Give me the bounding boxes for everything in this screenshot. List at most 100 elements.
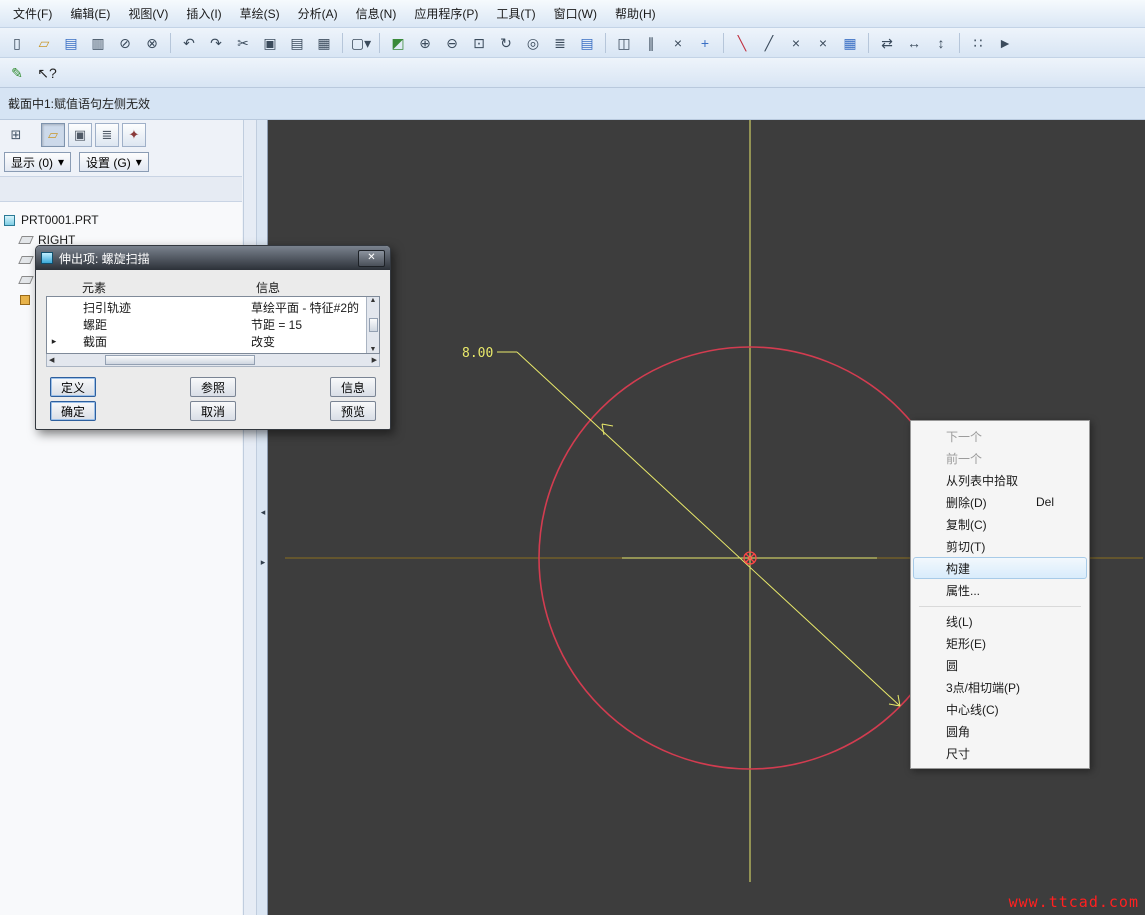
scroll-right-icon[interactable]: ▶ <box>372 356 377 364</box>
menubar-item-help[interactable]: 帮助(H) <box>606 1 665 27</box>
define-button[interactable]: 定义 <box>50 377 96 397</box>
toolbar-icon-undo[interactable]: ↶ <box>176 31 202 55</box>
context-menu-item-pick-from-list[interactable]: 从列表中拾取 <box>913 469 1087 491</box>
cancel-button[interactable]: 取消 <box>190 401 236 421</box>
menu-item-label: 3点/相切端(P) <box>946 680 1021 695</box>
dialog-element-row-section[interactable]: ▸ 截面 改变 <box>47 333 366 350</box>
toolbar-icon-save[interactable]: ▤ <box>58 31 84 55</box>
toolbar-icon-new-file[interactable]: ▯ <box>4 31 30 55</box>
menubar-item-applications[interactable]: 应用程序(P) <box>405 1 487 27</box>
scroll-down-icon[interactable]: ▼ <box>370 346 377 353</box>
toolbar-icon-sketch-orient[interactable]: ◩ <box>385 31 411 55</box>
toolbar-icon-select-rect[interactable]: ▢▾ <box>348 31 374 55</box>
context-menu-item-previous[interactable]: 前一个 <box>913 447 1087 469</box>
tree-toolbar-button-folder-browser[interactable]: ▱ <box>41 123 65 147</box>
toolbar-icon-next-page[interactable]: ► <box>992 31 1018 55</box>
toolbar-icon-print[interactable]: ▥ <box>85 31 111 55</box>
toolbar-icon-csys-toggle[interactable]: + <box>692 31 718 55</box>
toolbar-icon-sketch-line[interactable]: ╱ <box>756 31 782 55</box>
toolbar-icon-zoom-in[interactable]: ⊕ <box>412 31 438 55</box>
toolbar-icon-sketcher-pencil[interactable]: ✎ <box>4 61 30 85</box>
icon-glyph: ↕ <box>937 34 945 51</box>
icon-glyph: ▣ <box>73 127 87 142</box>
scroll-up-icon[interactable]: ▲ <box>370 297 377 304</box>
toolbar-icon-delete-segment[interactable]: × <box>783 31 809 55</box>
hscroll-thumb[interactable] <box>105 355 255 365</box>
context-menu-item-cut[interactable]: 剪切(T) <box>913 535 1087 557</box>
toolbar-icon-repaint[interactable]: ↻ <box>493 31 519 55</box>
context-menu-item-properties[interactable]: 属性... <box>913 579 1087 601</box>
close-icon[interactable]: ✕ <box>358 249 385 267</box>
toolbar-icon-paste-special[interactable]: ▦ <box>311 31 337 55</box>
context-menu-item-fillet[interactable]: 圆角 <box>913 720 1087 742</box>
toolbar-icon-paste[interactable]: ▤ <box>284 31 310 55</box>
preview-button[interactable]: 预览 <box>330 401 376 421</box>
menubar-item-analysis[interactable]: 分析(A) <box>289 1 347 27</box>
toolbar-icon-grid-dots[interactable]: ∷ <box>965 31 991 55</box>
dialog-hscrollbar[interactable]: ◀ ▶ <box>46 354 380 367</box>
tree-show-dropdown[interactable]: 显示 (0) ▾ <box>4 152 72 172</box>
toolbar-icon-sketch-line-red[interactable]: ╲ <box>729 31 755 55</box>
toolbar-icon-open-folder[interactable]: ▱ <box>31 31 57 55</box>
toolbar-icon-modify-values[interactable]: ▦ <box>837 31 863 55</box>
ok-button[interactable]: 确定 <box>50 401 96 421</box>
menu-item-label: 中心线(C) <box>946 702 999 717</box>
menubar-item-file[interactable]: 文件(F) <box>4 1 61 27</box>
info-button[interactable]: 信息 <box>330 377 376 397</box>
toolbar-icon-fit-height[interactable]: ↕ <box>928 31 954 55</box>
menubar-item-tools[interactable]: 工具(T) <box>487 1 544 27</box>
diagonal-line[interactable] <box>516 351 901 707</box>
tree-toolbar-button-favorites[interactable]: ▣ <box>68 123 92 147</box>
context-menu-item-line[interactable]: 线(L) <box>913 610 1087 632</box>
toolbar-icon-delete-old-versions[interactable]: ⊗ <box>139 31 165 55</box>
menubar-item-edit[interactable]: 编辑(E) <box>61 1 119 27</box>
toolbar-icon-fit-width[interactable]: ↔ <box>901 31 927 55</box>
dialog-element-row-trajectory[interactable]: 扫引轨迹 草绘平面 - 特征#2的 <box>47 299 366 316</box>
toolbar-icon-view-manager[interactable]: ▤ <box>574 31 600 55</box>
dialog-vscrollbar[interactable]: ▲ ▼ <box>366 297 379 353</box>
panel-splitter[interactable]: ◂ ▸ <box>256 120 268 915</box>
references-button[interactable]: 参照 <box>190 377 236 397</box>
tree-settings-dropdown[interactable]: 设置 (G) ▾ <box>79 152 149 172</box>
toolbar-icon-redo[interactable]: ↷ <box>203 31 229 55</box>
toolbar-icon-datum-point-toggle[interactable]: × <box>665 31 691 55</box>
toolbar-icon-zoom-out[interactable]: ⊖ <box>439 31 465 55</box>
dialog-element-row-pitch[interactable]: 螺距 节距 = 15 <box>47 316 366 333</box>
element-list: 扫引轨迹 草绘平面 - 特征#2的 螺距 节距 = 15 ▸ 截面 改变 ▲ ▼ <box>46 296 380 354</box>
toolbar-icon-datum-axis-toggle[interactable]: ∥ <box>638 31 664 55</box>
menubar-item-insert[interactable]: 插入(I) <box>177 1 230 27</box>
tree-item-part-root[interactable]: PRT0001.PRT <box>0 210 242 230</box>
dimension-value[interactable]: 8.00 <box>462 346 493 361</box>
toolbar-icon-datum-plane-toggle[interactable]: ◫ <box>611 31 637 55</box>
menubar-item-window[interactable]: 窗口(W) <box>545 1 606 27</box>
toolbar-icon-copy[interactable]: ▣ <box>257 31 283 55</box>
context-menu-item-circle[interactable]: 圆 <box>913 654 1087 676</box>
menubar-item-info[interactable]: 信息(N) <box>347 1 406 27</box>
tree-toolbar-button-tree-columns[interactable]: ⊞ <box>4 123 28 147</box>
toolbar-icon-zoom-fit[interactable]: ⊡ <box>466 31 492 55</box>
tree-toolbar-button-lock[interactable]: ✦ <box>122 123 146 147</box>
tree-scrollbar[interactable] <box>243 120 256 915</box>
toolbar-icon-swap-view[interactable]: ⇄ <box>874 31 900 55</box>
toolbar-icon-erase-display[interactable]: ⊘ <box>112 31 138 55</box>
dialog-titlebar[interactable]: 伸出项: 螺旋扫描 ✕ <box>36 246 390 270</box>
context-menu-item-3point-tangent[interactable]: 3点/相切端(P) <box>913 676 1087 698</box>
context-menu-item-copy[interactable]: 复制(C) <box>913 513 1087 535</box>
toolbar-icon-context-help[interactable]: ↖? <box>34 61 60 85</box>
toolbar-icon-divide-segment[interactable]: × <box>810 31 836 55</box>
menubar-item-view[interactable]: 视图(V) <box>119 1 177 27</box>
context-menu-item-rectangle[interactable]: 矩形(E) <box>913 632 1087 654</box>
message-bar: 截面中1:赋值语句左侧无效 <box>0 88 1145 120</box>
vscroll-thumb[interactable] <box>368 318 378 332</box>
toolbar-icon-layers[interactable]: ≣ <box>547 31 573 55</box>
context-menu-item-centerline[interactable]: 中心线(C) <box>913 698 1087 720</box>
context-menu-item-dimension[interactable]: 尺寸 <box>913 742 1087 764</box>
toolbar-icon-cut[interactable]: ✂ <box>230 31 256 55</box>
context-menu-item-construct[interactable]: 构建 <box>913 557 1087 579</box>
context-menu-item-delete[interactable]: 删除(D) Del <box>913 491 1087 513</box>
toolbar-icon-find[interactable]: ◎ <box>520 31 546 55</box>
scroll-left-icon[interactable]: ◀ <box>49 356 54 364</box>
context-menu-item-next[interactable]: 下一个 <box>913 425 1087 447</box>
menubar-item-sketch[interactable]: 草绘(S) <box>231 1 289 27</box>
tree-toolbar-button-layer-tree[interactable]: ≣ <box>95 123 119 147</box>
